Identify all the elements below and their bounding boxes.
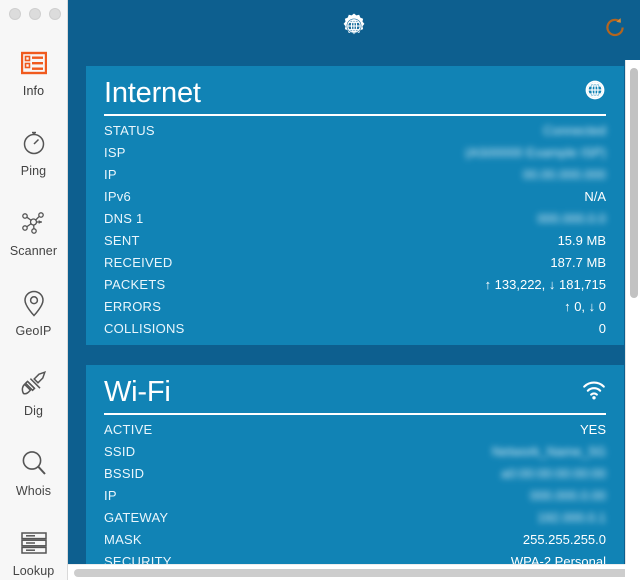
table-row: ERRORS ↑ 0, ↓ 0 bbox=[104, 295, 606, 317]
row-key: STATUS bbox=[104, 122, 155, 138]
info-scroll-area[interactable]: Internet STATUS Connected ISP (AS00000 E… bbox=[68, 60, 640, 580]
window-traffic-lights bbox=[0, 0, 67, 28]
main-content: Internet STATUS Connected ISP (AS00000 E… bbox=[68, 0, 640, 580]
globe-gear-icon[interactable] bbox=[337, 11, 371, 50]
sidebar-item-whois[interactable]: Whois bbox=[0, 438, 67, 518]
sidebar-item-lookup[interactable]: Lookup bbox=[0, 518, 67, 580]
row-key: BSSID bbox=[104, 465, 145, 481]
row-value: Connected bbox=[543, 122, 606, 138]
row-value: N/A bbox=[584, 188, 606, 204]
sidebar: Info Ping Scanner GeoIP Dig Whois Lookup bbox=[0, 0, 68, 580]
row-key: ACTIVE bbox=[104, 421, 153, 437]
app-window: Info Ping Scanner GeoIP Dig Whois Lookup… bbox=[0, 0, 640, 580]
horizontal-scrollbar[interactable] bbox=[68, 564, 640, 580]
stopwatch-icon bbox=[21, 124, 47, 162]
table-row: MASK 255.255.255.0 bbox=[104, 528, 606, 550]
row-value: 187.7 MB bbox=[550, 254, 606, 270]
sidebar-item-scanner[interactable]: Scanner bbox=[0, 198, 67, 278]
table-row: BSSID a0:00:00:00:00:00 bbox=[104, 462, 606, 484]
row-value: a0:00:00:00:00:00 bbox=[501, 465, 606, 481]
scrollbar-corner bbox=[625, 564, 640, 580]
wifi-card: Wi-Fi ACTIVE YES SSID Network_Name_5G BS… bbox=[86, 365, 624, 578]
magnifier-icon bbox=[20, 444, 48, 482]
row-key: DNS 1 bbox=[104, 210, 144, 226]
row-key: IP bbox=[104, 487, 117, 503]
row-value: ↑ 133,222, ↓ 181,715 bbox=[484, 276, 606, 292]
server-stack-icon bbox=[19, 524, 49, 562]
row-key: COLLISIONS bbox=[104, 320, 185, 336]
row-value: YES bbox=[579, 421, 606, 437]
row-key: PACKETS bbox=[104, 276, 166, 292]
card-title: Internet bbox=[104, 77, 201, 109]
row-value: Network_Name_5G bbox=[491, 443, 606, 459]
row-key: MASK bbox=[104, 531, 142, 547]
toolbar bbox=[68, 0, 640, 60]
row-value: 000.000.0.0 bbox=[537, 210, 606, 226]
sidebar-item-label: Info bbox=[22, 84, 45, 98]
sidebar-item-label: GeoIP bbox=[15, 324, 52, 338]
zoom-button[interactable] bbox=[49, 8, 61, 20]
sidebar-item-label: Whois bbox=[15, 484, 52, 498]
row-value: 15.9 MB bbox=[557, 232, 606, 248]
sidebar-item-ping[interactable]: Ping bbox=[0, 118, 67, 198]
close-button[interactable] bbox=[9, 8, 21, 20]
table-row: GATEWAY 192.000.0.1 bbox=[104, 506, 606, 528]
internet-card: Internet STATUS Connected ISP (AS00000 E… bbox=[86, 66, 624, 345]
internet-card-header: Internet bbox=[104, 76, 606, 116]
minimize-button[interactable] bbox=[29, 8, 41, 20]
vertical-scrollbar[interactable] bbox=[625, 60, 640, 564]
refresh-icon[interactable] bbox=[604, 17, 626, 44]
row-value: 000.000.0.00 bbox=[530, 487, 606, 503]
row-value: 255.255.255.0 bbox=[522, 531, 606, 547]
wifi-icon bbox=[582, 381, 606, 409]
row-key: SSID bbox=[104, 443, 136, 459]
row-value: (AS00000 Example ISP) bbox=[465, 144, 606, 160]
table-row: SSID Network_Name_5G bbox=[104, 440, 606, 462]
table-row: COLLISIONS 0 bbox=[104, 317, 606, 339]
card-title: Wi-Fi bbox=[104, 376, 171, 408]
vertical-scrollbar-thumb[interactable] bbox=[630, 68, 638, 298]
sidebar-item-info[interactable]: Info bbox=[0, 38, 67, 118]
table-row: SENT 15.9 MB bbox=[104, 229, 606, 251]
sidebar-item-label: Scanner bbox=[9, 244, 58, 258]
internet-rows: STATUS Connected ISP (AS00000 Example IS… bbox=[104, 116, 606, 339]
row-key: ERRORS bbox=[104, 298, 162, 314]
map-pin-icon bbox=[23, 284, 45, 322]
table-row: DNS 1 000.000.0.0 bbox=[104, 207, 606, 229]
row-key: RECEIVED bbox=[104, 254, 173, 270]
table-row: PACKETS ↑ 133,222, ↓ 181,715 bbox=[104, 273, 606, 295]
row-key: SENT bbox=[104, 232, 140, 248]
globe-icon bbox=[584, 79, 606, 110]
list-table-icon bbox=[20, 44, 47, 82]
sidebar-item-label: Ping bbox=[20, 164, 47, 178]
network-nodes-icon bbox=[20, 204, 48, 242]
wifi-card-header: Wi-Fi bbox=[104, 375, 606, 415]
row-value: 0 bbox=[598, 320, 606, 336]
row-value: 192.000.0.1 bbox=[537, 509, 606, 525]
row-key: ISP bbox=[104, 144, 126, 160]
table-row: IPv6 N/A bbox=[104, 185, 606, 207]
table-row: ACTIVE YES bbox=[104, 418, 606, 440]
sidebar-item-dig[interactable]: Dig bbox=[0, 358, 67, 438]
sidebar-items: Info Ping Scanner GeoIP Dig Whois Lookup bbox=[0, 28, 67, 580]
horizontal-scrollbar-thumb[interactable] bbox=[74, 569, 632, 577]
table-row: STATUS Connected bbox=[104, 119, 606, 141]
row-value: ↑ 0, ↓ 0 bbox=[564, 298, 606, 314]
table-row: ISP (AS00000 Example ISP) bbox=[104, 141, 606, 163]
row-key: GATEWAY bbox=[104, 509, 169, 525]
wifi-rows: ACTIVE YES SSID Network_Name_5G BSSID a0… bbox=[104, 415, 606, 572]
row-key: IP bbox=[104, 166, 117, 182]
sidebar-item-label: Lookup bbox=[12, 564, 55, 578]
sidebar-item-label: Dig bbox=[23, 404, 44, 418]
row-value: 00.00.000.000 bbox=[522, 166, 606, 182]
table-row: RECEIVED 187.7 MB bbox=[104, 251, 606, 273]
row-key: IPv6 bbox=[104, 188, 132, 204]
shovel-icon bbox=[20, 364, 48, 402]
table-row: IP 00.00.000.000 bbox=[104, 163, 606, 185]
sidebar-item-geoip[interactable]: GeoIP bbox=[0, 278, 67, 358]
table-row: IP 000.000.0.00 bbox=[104, 484, 606, 506]
